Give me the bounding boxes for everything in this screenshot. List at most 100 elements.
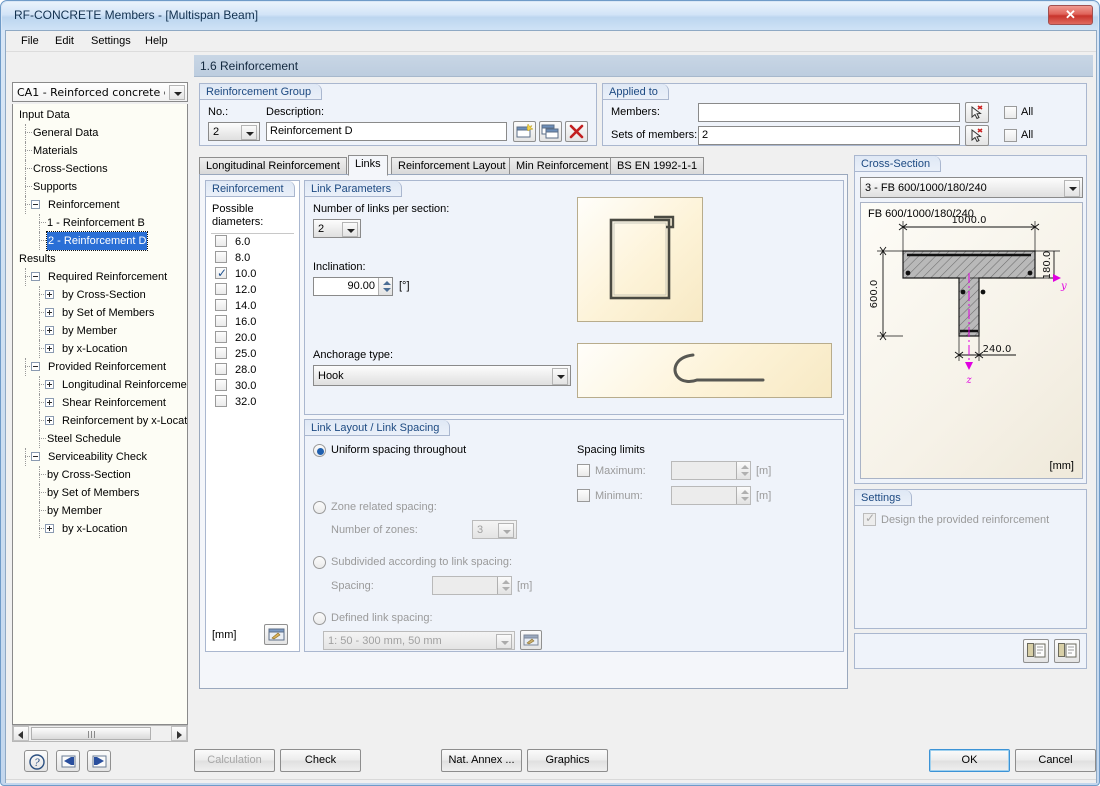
tree-item[interactable]: by Set of Members	[13, 484, 187, 502]
tree-item[interactable]: Reinforcement by x-Location	[13, 412, 187, 430]
navigation-tree[interactable]: Input Data General Data Materials Cross-Sec…	[12, 104, 188, 725]
new-group-icon[interactable]	[513, 121, 536, 142]
chevron-down-icon[interactable]	[1064, 180, 1080, 197]
collapse-icon[interactable]	[31, 200, 40, 209]
diameter-checkbox[interactable]	[215, 347, 227, 359]
calculation-button[interactable]: Calculation	[194, 749, 275, 772]
menu-file[interactable]: File	[14, 34, 46, 50]
tree-item[interactable]: Longitudinal Reinforcement	[13, 376, 187, 394]
maximum-checkbox[interactable]	[577, 464, 590, 477]
sets-all-checkbox[interactable]	[1004, 129, 1017, 142]
diameter-checkbox[interactable]	[215, 379, 227, 391]
expand-icon[interactable]	[45, 308, 54, 317]
spacing-spinner[interactable]	[497, 577, 511, 594]
scroll-right-button[interactable]	[171, 726, 187, 741]
chevron-down-icon[interactable]	[342, 222, 358, 237]
previous-icon[interactable]	[56, 750, 80, 772]
tab-links[interactable]: Links	[348, 155, 388, 176]
diameter-checkbox[interactable]	[215, 235, 227, 247]
cross-section-combo[interactable]: 3 - FB 600/1000/180/240	[860, 177, 1083, 198]
diameter-row[interactable]: 14.0	[211, 298, 294, 314]
graphics-button[interactable]: Graphics	[527, 749, 608, 772]
expand-icon[interactable]	[45, 380, 54, 389]
diameter-checkbox[interactable]	[215, 315, 227, 327]
diameter-checkbox[interactable]	[215, 283, 227, 295]
diameter-row[interactable]: 25.0	[211, 346, 294, 362]
expand-icon[interactable]	[45, 398, 54, 407]
tab-bs-en-1992-1-1[interactable]: BS EN 1992-1-1	[610, 157, 705, 175]
maximum-input[interactable]	[671, 461, 751, 480]
tree-item[interactable]: Shear Reinforcement	[13, 394, 187, 412]
expand-icon[interactable]	[45, 290, 54, 299]
spacing-input[interactable]	[432, 576, 512, 595]
expand-icon[interactable]	[45, 344, 54, 353]
tree-item[interactable]: by x-Location	[13, 340, 187, 358]
diameter-row[interactable]: 20.0	[211, 330, 294, 346]
number-of-zones-combo[interactable]: 3	[472, 520, 517, 539]
minimum-input[interactable]	[671, 486, 751, 505]
diameter-checkbox[interactable]	[215, 251, 227, 263]
diameter-row[interactable]: 6.0	[211, 234, 294, 250]
defined-link-spacing-combo[interactable]: 1: 50 - 300 mm, 50 mm	[323, 631, 515, 650]
check-button[interactable]: Check	[280, 749, 361, 772]
tree-item[interactable]: 2 - Reinforcement D	[13, 231, 187, 251]
pick-sets-icon[interactable]	[965, 125, 989, 146]
copy-group-icon[interactable]	[539, 121, 562, 142]
diameter-checkbox[interactable]	[215, 331, 227, 343]
tab-longitudinal-reinforcement[interactable]: Longitudinal Reinforcement	[199, 157, 347, 175]
tree-item[interactable]: Reinforcement	[13, 196, 187, 214]
inclination-input[interactable]: 90.00	[313, 277, 393, 296]
tree-item[interactable]: by Cross-Section	[13, 466, 187, 484]
tree-item[interactable]: Steel Schedule	[13, 430, 187, 448]
tree-item[interactable]: by Member	[13, 322, 187, 340]
menu-help[interactable]: Help	[138, 34, 175, 50]
diameter-row[interactable]: 32.0	[211, 394, 294, 410]
collapse-icon[interactable]	[31, 362, 40, 371]
diameter-row[interactable]: 28.0	[211, 362, 294, 378]
expand-icon[interactable]	[45, 416, 54, 425]
tree-item[interactable]: Required Reinforcement	[13, 268, 187, 286]
pick-members-icon[interactable]	[965, 102, 989, 123]
edit-link-spacing-icon[interactable]	[520, 630, 542, 650]
scroll-left-button[interactable]	[13, 726, 29, 741]
tab-reinforcement-layout[interactable]: Reinforcement Layout	[391, 157, 513, 175]
diameter-checkbox[interactable]	[215, 265, 227, 281]
radio-zone-related-spacing[interactable]	[313, 501, 326, 514]
minimum-checkbox[interactable]	[577, 489, 590, 502]
help-icon[interactable]: ?	[24, 750, 48, 772]
sets-of-members-input[interactable]: 2	[698, 126, 960, 145]
diameter-row[interactable]: 16.0	[211, 314, 294, 330]
anchorage-type-combo[interactable]: Hook	[313, 365, 571, 386]
chevron-down-icon[interactable]	[552, 368, 568, 385]
tree-item[interactable]: Provided Reinforcement	[13, 358, 187, 376]
collapse-icon[interactable]	[31, 452, 40, 461]
navigator-horizontal-scrollbar[interactable]	[12, 725, 188, 742]
diameter-row[interactable]: 10.0	[211, 265, 294, 282]
tree-item[interactable]: General Data	[13, 124, 187, 142]
delete-group-icon[interactable]	[565, 121, 588, 142]
tab-min-reinforcement[interactable]: Min Reinforcement	[509, 157, 616, 175]
tree-item[interactable]: by Set of Members	[13, 304, 187, 322]
design-case-combo[interactable]: CA1 - Reinforced concrete desi	[12, 82, 188, 102]
diameter-row[interactable]: 30.0	[211, 378, 294, 394]
chevron-down-icon[interactable]	[496, 634, 512, 649]
tree-item[interactable]: Input Data	[13, 106, 187, 124]
tree-item[interactable]: 1 - Reinforcement B	[13, 214, 187, 232]
tree-item[interactable]: Materials	[13, 142, 187, 160]
diameter-list[interactable]: 6.0 8.0 10.0 12.0 14.0 16.0 20.0 25.0 28.0 30.0 32…	[211, 233, 294, 618]
radio-subdivided-link-spacing[interactable]	[313, 556, 326, 569]
radio-uniform-spacing[interactable]	[313, 444, 326, 457]
diameter-checkbox[interactable]	[215, 299, 227, 311]
ok-button[interactable]: OK	[929, 749, 1010, 772]
reinforcement-group-description-input[interactable]: Reinforcement D	[266, 122, 507, 141]
menu-edit[interactable]: Edit	[48, 34, 81, 50]
collapse-icon[interactable]	[31, 272, 40, 281]
members-input[interactable]	[698, 103, 960, 122]
diameter-checkbox[interactable]	[215, 363, 227, 375]
menu-settings[interactable]: Settings	[84, 34, 138, 50]
cancel-button[interactable]: Cancel	[1015, 749, 1096, 772]
tree-item[interactable]: by Cross-Section	[13, 286, 187, 304]
diameter-row[interactable]: 12.0	[211, 282, 294, 298]
radio-defined-link-spacing[interactable]	[313, 612, 326, 625]
inclination-spinner[interactable]	[378, 278, 392, 295]
